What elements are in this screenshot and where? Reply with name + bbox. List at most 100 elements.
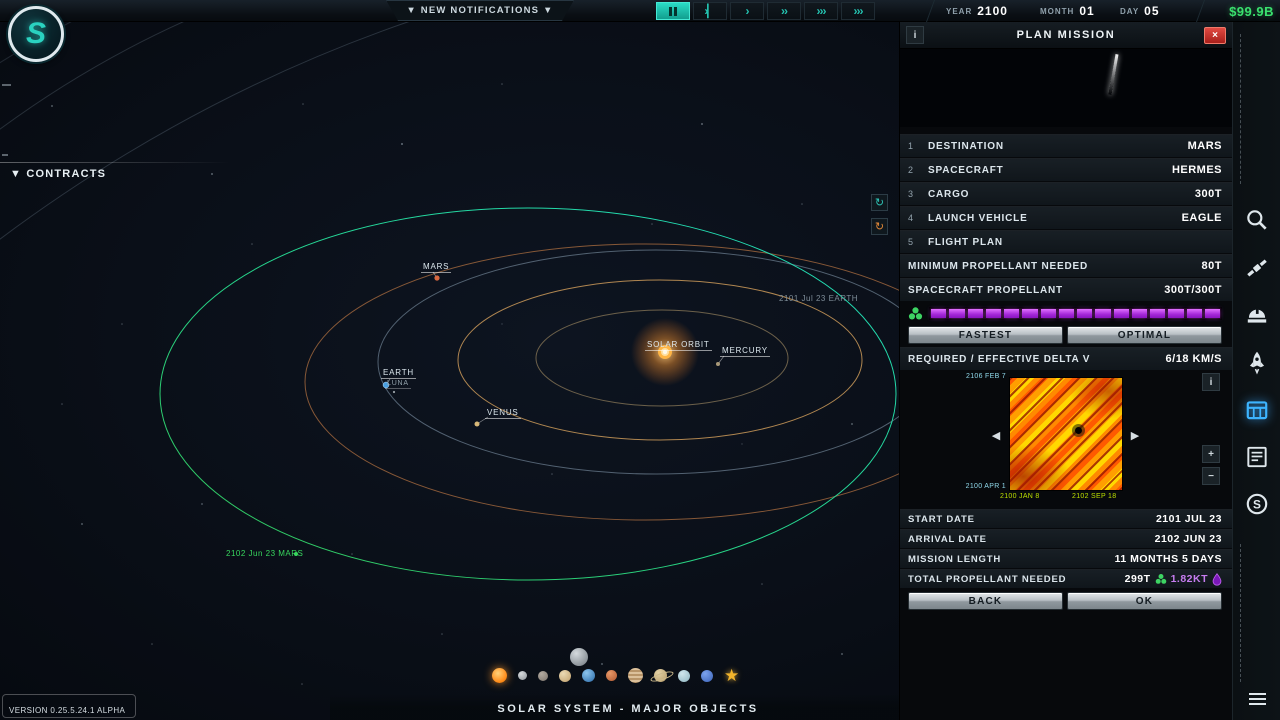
- row-label: ARRIVAL DATE: [908, 534, 987, 545]
- confirm-buttons: BACK OK: [908, 592, 1222, 610]
- row-label: MINIMUM PROPELLANT NEEDED: [908, 261, 1088, 272]
- ok-button[interactable]: OK: [1067, 592, 1222, 610]
- month-label: MONTH: [1040, 7, 1074, 16]
- mars-planet[interactable]: [434, 275, 439, 280]
- speed-2-button[interactable]: ››: [767, 2, 801, 20]
- earth-icon[interactable]: [582, 669, 595, 682]
- close-icon[interactable]: ×: [1204, 27, 1226, 44]
- favorite-star-icon[interactable]: ★: [724, 668, 739, 683]
- row-value: 2101 JUL 23: [1156, 513, 1222, 525]
- row-label: SPACECRAFT: [928, 165, 1004, 176]
- luna-label[interactable]: LUNA: [385, 380, 411, 389]
- flight-plan-row[interactable]: 5 FLIGHT PLAN: [900, 230, 1232, 253]
- info-icon[interactable]: i: [906, 26, 924, 44]
- porkchop-next-icon[interactable]: ▶: [1127, 423, 1143, 447]
- spacecraft-row[interactable]: 2 SPACECRAFT HERMES: [900, 158, 1232, 181]
- row-number: 3: [908, 189, 928, 199]
- mission-image: [900, 49, 1232, 127]
- porkchop-prev-icon[interactable]: ◀: [988, 423, 1004, 447]
- speed-3-button[interactable]: ›››: [804, 2, 838, 20]
- porkchop-plot[interactable]: [1009, 377, 1123, 491]
- row-label: TOTAL PROPELLANT NEEDED: [908, 574, 1066, 585]
- rockets-button[interactable]: [1237, 342, 1277, 382]
- row-value: 2102 JUN 23: [1155, 533, 1222, 545]
- propellant-gauge[interactable]: [929, 307, 1222, 320]
- moon-icon[interactable]: [518, 671, 527, 680]
- jupiter-icon[interactable]: [628, 668, 643, 683]
- row-number: 2: [908, 165, 928, 175]
- back-button[interactable]: BACK: [908, 592, 1063, 610]
- company-button[interactable]: S: [1237, 484, 1277, 524]
- row-number: 5: [908, 237, 928, 247]
- zoom-in-button[interactable]: +: [1202, 445, 1220, 463]
- venus-icon[interactable]: [559, 670, 571, 682]
- speed-4-button[interactable]: ›››: [841, 2, 875, 20]
- uranus-icon[interactable]: [678, 670, 690, 682]
- spacecraft-propellant-row: SPACECRAFT PROPELLANT 300T/300T: [900, 278, 1232, 301]
- mars-label[interactable]: MARS: [421, 262, 451, 273]
- top-bar: ▼ NEW NOTIFICATIONS ▼ ›▏ › ›› ››› ››› YE…: [0, 0, 1280, 22]
- row-label: DESTINATION: [928, 141, 1004, 152]
- mercury-label[interactable]: MERCURY: [720, 346, 770, 357]
- company-logo[interactable]: S: [8, 6, 64, 62]
- launch-vehicle-row[interactable]: 4 LAUNCH VEHICLE EAGLE: [900, 206, 1232, 229]
- fastest-forward-icon: ›››: [854, 4, 863, 18]
- sun[interactable]: [631, 318, 699, 386]
- topbar-divider: [1196, 0, 1214, 22]
- optimal-button[interactable]: OPTIMAL: [1067, 326, 1222, 344]
- year-display: YEAR 2100: [946, 0, 1008, 22]
- day-label: DAY: [1120, 7, 1139, 16]
- porkchop-info-icon[interactable]: i: [1202, 373, 1220, 391]
- search-button[interactable]: [1237, 200, 1277, 240]
- neptune-icon[interactable]: [701, 670, 713, 682]
- mercury-planet[interactable]: [716, 362, 720, 366]
- selected-object-sphere[interactable]: [570, 648, 588, 666]
- mars-icon[interactable]: [606, 670, 617, 681]
- saturn-icon[interactable]: [654, 669, 667, 682]
- propellant-icon: [908, 306, 923, 321]
- pause-button[interactable]: [656, 2, 690, 20]
- solar-system-map-viewport[interactable]: MARS EARTH LUNA VENUS MERCURY SOLAR ORBI…: [0, 22, 899, 720]
- row-label: START DATE: [908, 514, 975, 525]
- mission-planner-icon: [1244, 397, 1270, 423]
- observatory-button[interactable]: [1237, 295, 1277, 335]
- earth-label[interactable]: EARTH: [381, 368, 416, 379]
- satellites-button[interactable]: [1237, 248, 1277, 288]
- solar-orbit-label[interactable]: SOLAR ORBIT: [645, 340, 712, 351]
- row-value: 300T/300T: [1164, 284, 1222, 296]
- propellant-mass: 1.82KT: [1171, 573, 1208, 585]
- total-propellant-value: 299T 1.82KT: [1125, 573, 1222, 586]
- luna-moon[interactable]: [393, 391, 395, 393]
- venus-planet[interactable]: [475, 422, 480, 427]
- sun-icon[interactable]: [492, 668, 507, 683]
- propellant-amount: 299T: [1125, 573, 1151, 585]
- venus-label[interactable]: VENUS: [485, 408, 521, 419]
- step-button[interactable]: ›▏: [693, 2, 727, 20]
- play-icon: ›: [746, 4, 749, 18]
- rocket-plume: [1109, 55, 1119, 95]
- object-quickbar: ★: [492, 668, 739, 683]
- row-value: EAGLE: [1182, 212, 1222, 224]
- contracts-header[interactable]: ▼ CONTRACTS: [10, 168, 106, 180]
- zoom-out-button[interactable]: −: [1202, 467, 1220, 485]
- version-label: VERSION 0.25.5.24.1 ALPHA: [2, 694, 136, 718]
- reset-view-button[interactable]: ↻: [871, 218, 888, 235]
- cargo-row[interactable]: 3 CARGO 300T: [900, 182, 1232, 205]
- reports-button[interactable]: [1237, 437, 1277, 477]
- panel-title: PLAN MISSION: [900, 29, 1232, 41]
- min-propellant-row: MINIMUM PROPELLANT NEEDED 80T: [900, 254, 1232, 277]
- hamburger-menu-icon: [1249, 693, 1266, 705]
- missions-button[interactable]: [1237, 390, 1277, 430]
- mercury-icon[interactable]: [538, 671, 548, 681]
- recenter-map-button[interactable]: ↻: [871, 194, 888, 211]
- selected-window-marker: [1075, 427, 1082, 434]
- mission-length-row: MISSION LENGTH 11 MONTHS 5 DAYS: [900, 549, 1232, 568]
- destination-row[interactable]: 1 DESTINATION MARS: [900, 134, 1232, 157]
- fastest-button[interactable]: FASTEST: [908, 326, 1063, 344]
- new-notifications-button[interactable]: ▼ NEW NOTIFICATIONS ▼: [386, 0, 574, 21]
- month-value: 01: [1079, 4, 1094, 18]
- arrival-date-row: ARRIVAL DATE 2102 JUN 23: [900, 529, 1232, 548]
- row-label: FLIGHT PLAN: [928, 237, 1003, 248]
- play-button[interactable]: ›: [730, 2, 764, 20]
- menu-button[interactable]: [1237, 682, 1277, 716]
